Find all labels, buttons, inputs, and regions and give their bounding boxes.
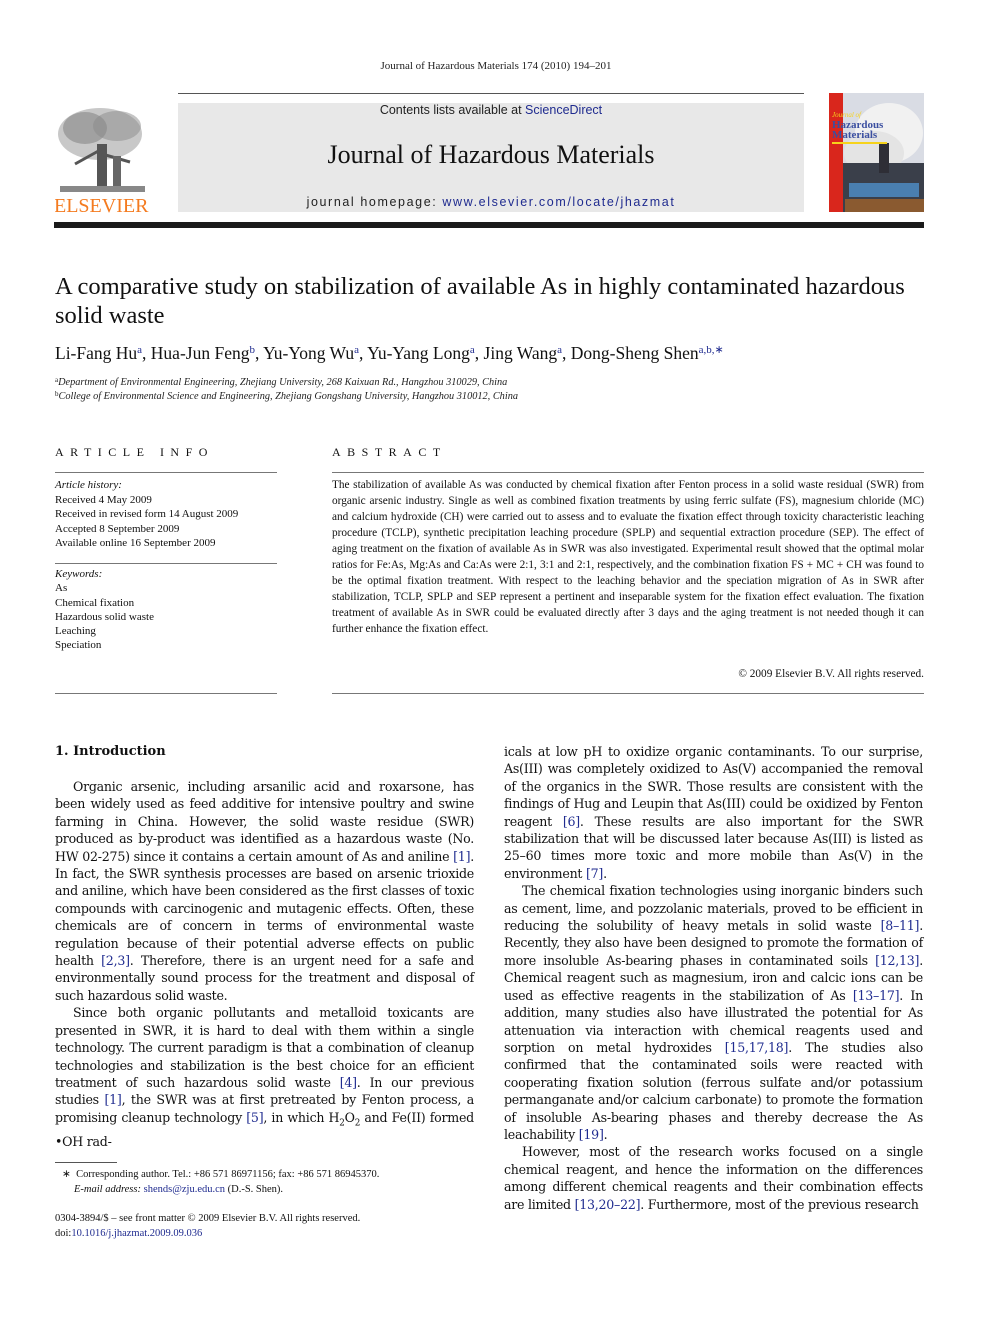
article-info: Article history: Received 4 May 2009 Rece… xyxy=(55,478,277,551)
history-item: Received 4 May 2009 xyxy=(55,493,152,506)
corresponding-author-text: Corresponding author. Tel.: +86 571 8697… xyxy=(76,1169,380,1180)
cover-title-line3: Materials xyxy=(832,129,878,141)
author-affiliation-mark[interactable]: a,b,∗ xyxy=(699,344,724,356)
history-list: Received 4 May 2009 Received in revised f… xyxy=(55,493,277,551)
citation-link[interactable]: [6] xyxy=(563,814,580,829)
elsevier-logo[interactable]: ELSEVIER xyxy=(54,104,155,217)
sciencedirect-link[interactable]: ScienceDirect xyxy=(525,103,602,117)
contents-line: Contents lists available at ScienceDirec… xyxy=(379,103,603,117)
author-name[interactable]: Yu-Yang Long xyxy=(367,343,470,363)
article-info-heading: ARTICLE INFO xyxy=(55,445,214,459)
author-name[interactable]: Li-Fang Hu xyxy=(55,343,137,363)
abstract-text: The stabilization of available As was co… xyxy=(332,479,924,635)
journal-name: Journal of Hazardous Materials xyxy=(327,140,655,169)
body-paragraph: Since both organic pollutants and metall… xyxy=(55,1005,474,1149)
citation-link[interactable]: [2,3] xyxy=(101,953,130,968)
article-info-rule xyxy=(55,472,277,473)
author-list: Li-Fang Hua, Hua-Jun Fengb, Yu-Yong Wua,… xyxy=(55,343,724,363)
history-label: Article history: xyxy=(55,479,122,491)
body-paragraph: icals at low pH to oxidize organic conta… xyxy=(504,744,924,881)
doi-label: doi: xyxy=(55,1228,72,1239)
footnote-rule xyxy=(55,1162,117,1163)
citation-link[interactable]: [1] xyxy=(453,849,470,864)
citation-link[interactable]: [12,13] xyxy=(875,953,919,968)
header-thick-rule xyxy=(54,222,924,228)
keyword-item: Leaching xyxy=(55,625,96,638)
footnote-mark: ∗ xyxy=(62,1169,71,1180)
author-affiliation-mark[interactable]: a xyxy=(137,344,142,356)
citation-link[interactable]: [13,20–22] xyxy=(575,1197,641,1212)
body-paragraph: Organic arsenic, including arsanilic aci… xyxy=(55,779,474,1003)
abstract-bottom-rule xyxy=(332,693,924,694)
affiliation-a: aDepartment of Environmental Engineering… xyxy=(55,376,508,388)
citation-link[interactable]: [5] xyxy=(246,1110,263,1125)
article-info-bottom-rule xyxy=(55,693,277,694)
subscript: 2 xyxy=(354,1118,361,1129)
subscript: 2 xyxy=(339,1118,345,1129)
affiliation-b: bCollege of Environmental Science and En… xyxy=(55,390,518,402)
citation-link[interactable]: [4] xyxy=(340,1075,357,1090)
email-label: E-mail address: xyxy=(74,1184,141,1195)
citation-link[interactable]: [1] xyxy=(104,1092,121,1107)
abstract-copyright: © 2009 Elsevier B.V. All rights reserved… xyxy=(738,668,924,680)
journal-banner: Contents lists available at ScienceDirec… xyxy=(178,103,804,212)
email-link[interactable]: shends@zju.edu.cn xyxy=(144,1184,225,1195)
citation-link[interactable]: [8–11] xyxy=(881,918,920,933)
running-head: Journal of Hazardous Materials 174 (2010… xyxy=(380,60,612,72)
citation-link[interactable]: [19] xyxy=(579,1127,604,1142)
author-affiliation-mark[interactable]: b xyxy=(249,344,255,356)
author-name[interactable]: Jing Wang xyxy=(484,343,558,363)
keywords-rule xyxy=(55,563,277,564)
history-item: Received in revised form 14 August 2009 xyxy=(55,508,239,520)
body-paragraph: The chemical fixation technologies using… xyxy=(504,883,924,1142)
doi-link[interactable]: 10.1016/j.jhazmat.2009.09.036 xyxy=(71,1228,202,1239)
cover-title-line1: Journal of xyxy=(832,111,862,119)
keyword-item: As xyxy=(55,582,68,595)
front-matter: 0304-3894/$ – see front matter © 2009 El… xyxy=(55,1211,485,1241)
abstract-heading: ABSTRACT xyxy=(332,445,447,459)
journal-homepage: journal homepage: www.elsevier.com/locat… xyxy=(306,195,676,209)
elsevier-tree-icon: ELSEVIER xyxy=(54,108,149,217)
keyword-list: As Chemical fixation Hazardous solid waste… xyxy=(55,581,277,652)
keyword-item: Chemical fixation xyxy=(55,596,135,609)
homepage-link[interactable]: www.elsevier.com/locate/jhazmat xyxy=(442,195,675,209)
section-heading-introduction: 1. Introduction xyxy=(55,744,166,759)
body-paragraph: However, most of the research works focu… xyxy=(504,1144,923,1212)
author-name[interactable]: Yu-Yong Wu xyxy=(263,343,354,363)
body-column-right: icals at low pH to oxidize organic conta… xyxy=(504,743,923,1213)
elsevier-wordmark: ELSEVIER xyxy=(55,195,149,214)
author-affiliation-mark[interactable]: a xyxy=(470,344,475,356)
history-item: Available online 16 September 2009 xyxy=(55,537,216,549)
corresponding-author-footnote: ∗ Corresponding author. Tel.: +86 571 86… xyxy=(62,1169,380,1195)
keyword-item: Hazardous solid waste xyxy=(55,610,154,623)
keyword-item: Speciation xyxy=(55,639,102,652)
body-column-left: Organic arsenic, including arsanilic aci… xyxy=(55,778,474,1150)
history-item: Accepted 8 September 2009 xyxy=(55,522,180,535)
journal-cover[interactable]: Journal of Hazardous Materials xyxy=(829,93,924,212)
journal-cover-image: Journal of Hazardous Materials xyxy=(829,93,924,212)
keywords-block: Keywords: As Chemical fixation Hazardous s… xyxy=(55,567,277,653)
citation-link[interactable]: [15,17,18] xyxy=(725,1040,789,1055)
citation-link[interactable]: [13–17] xyxy=(853,988,900,1003)
author-affiliation-mark[interactable]: a xyxy=(557,344,562,356)
article-title: A comparative study on stabilization of … xyxy=(55,273,905,329)
top-rule xyxy=(178,93,804,94)
author-name[interactable]: Hua-Jun Feng xyxy=(151,343,250,363)
citation-link[interactable]: [7] xyxy=(586,866,603,881)
author-name[interactable]: Dong-Sheng Shen xyxy=(571,343,699,363)
abstract-rule xyxy=(332,472,924,473)
keywords-label: Keywords: xyxy=(55,568,103,580)
front-matter-text: 0304-3894/$ – see front matter © 2009 El… xyxy=(55,1213,361,1224)
author-affiliation-mark[interactable]: a xyxy=(354,344,359,356)
